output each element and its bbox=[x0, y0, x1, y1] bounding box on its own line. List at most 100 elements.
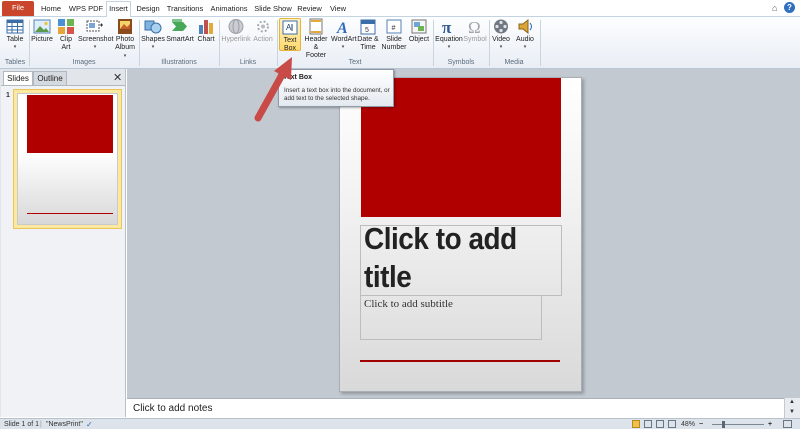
shapes-button[interactable]: Shapes ▾ bbox=[141, 18, 165, 50]
svg-text:A: A bbox=[286, 23, 292, 32]
photo-album-button[interactable]: Photo Album ▾ bbox=[114, 18, 136, 60]
text-box-label-2: Box bbox=[283, 45, 297, 52]
video-label: Video bbox=[492, 36, 510, 43]
normal-view-icon[interactable] bbox=[632, 420, 640, 428]
zoom-out-icon[interactable]: − bbox=[699, 420, 703, 429]
scroll-up-icon[interactable]: ▲ bbox=[789, 399, 795, 405]
shapes-label: Shapes bbox=[141, 36, 165, 43]
wordart-dropdown-icon[interactable]: ▾ bbox=[331, 44, 355, 50]
svg-text:A: A bbox=[336, 20, 348, 35]
equation-button[interactable]: π Equation ▾ bbox=[435, 18, 463, 50]
picture-button[interactable]: Picture bbox=[31, 18, 53, 44]
zoom-slider-track[interactable] bbox=[712, 424, 764, 425]
minimize-ribbon-icon[interactable]: ⌂ bbox=[772, 3, 777, 13]
group-label-tables: Tables bbox=[4, 59, 26, 66]
table-dropdown-icon[interactable]: ▾ bbox=[4, 44, 26, 50]
zoom-level[interactable]: 48% bbox=[681, 420, 695, 429]
chart-icon bbox=[199, 20, 213, 34]
tab-slides[interactable]: Slides bbox=[3, 71, 33, 85]
video-reel-icon bbox=[494, 19, 508, 34]
zoom-slider-thumb[interactable] bbox=[722, 421, 725, 428]
slide-show-view-icon[interactable] bbox=[668, 420, 676, 428]
fit-to-window-icon[interactable] bbox=[783, 420, 792, 428]
ribbon-tab-bar: File Home WPS PDF Insert Design Transiti… bbox=[0, 0, 800, 18]
smartart-button[interactable]: SmartArt bbox=[166, 18, 194, 44]
hyperlink-label: Hyperlink bbox=[221, 36, 251, 43]
object-button[interactable]: Object bbox=[408, 18, 430, 44]
slide-sorter-view-icon[interactable] bbox=[644, 420, 652, 428]
slides-panel: Slides Outline ✕ 1 bbox=[0, 69, 126, 417]
wordart-button[interactable]: A WordArt ▾ bbox=[331, 18, 357, 50]
hyperlink-icon bbox=[228, 19, 244, 34]
action-button[interactable]: Action bbox=[252, 18, 274, 44]
clip-art-button[interactable]: Clip Art bbox=[56, 18, 76, 52]
hyperlink-button[interactable]: Hyperlink bbox=[221, 18, 251, 44]
screenshot-dropdown-icon[interactable]: ▾ bbox=[78, 44, 112, 50]
date-time-button[interactable]: 5 Date & Time bbox=[357, 18, 379, 52]
date-time-label-2: Time bbox=[360, 44, 376, 51]
tab-review[interactable]: Review bbox=[297, 2, 322, 17]
spell-check-icon[interactable]: ✓ bbox=[86, 420, 93, 429]
tab-design[interactable]: Design bbox=[135, 2, 161, 17]
screenshot-label: Screenshot bbox=[78, 36, 114, 43]
video-button[interactable]: Video ▾ bbox=[491, 18, 511, 50]
svg-text:#: # bbox=[392, 25, 396, 32]
tab-home[interactable]: Home bbox=[38, 2, 64, 17]
help-icon[interactable]: ? bbox=[784, 2, 795, 13]
thumbnail-red-block bbox=[27, 95, 113, 153]
slide-number-label-1: Slide bbox=[386, 36, 402, 43]
scroll-down-icon[interactable]: ▼ bbox=[789, 409, 795, 415]
text-box-button[interactable]: A Text Box bbox=[279, 18, 301, 52]
header-footer-button[interactable]: Header & Footer bbox=[303, 18, 329, 60]
screenshot-icon bbox=[86, 20, 103, 32]
subtitle-placeholder[interactable]: Click to add subtitle bbox=[360, 295, 542, 340]
svg-text:Ω: Ω bbox=[468, 18, 481, 35]
action-label: Action bbox=[253, 36, 273, 43]
symbol-button[interactable]: Ω Symbol bbox=[463, 18, 487, 44]
audio-dropdown-icon[interactable]: ▾ bbox=[514, 44, 536, 50]
tab-view[interactable]: View bbox=[327, 2, 349, 17]
symbol-label: Symbol bbox=[463, 36, 487, 43]
vertical-scrollbar[interactable]: ▲ ▼ bbox=[784, 398, 800, 418]
table-label: Table bbox=[6, 36, 24, 43]
chart-button[interactable]: Chart bbox=[196, 18, 216, 44]
omega-symbol-icon: Ω bbox=[468, 18, 481, 35]
slide-number-button[interactable]: # Slide Number bbox=[381, 18, 407, 52]
header-footer-icon bbox=[309, 18, 323, 35]
slide-thumbnail-preview bbox=[17, 93, 118, 225]
text-box-icon: A bbox=[282, 20, 298, 35]
slide-number-icon: # bbox=[386, 19, 402, 34]
group-label-media: Media bbox=[504, 59, 524, 66]
group-label-symbols: Symbols bbox=[447, 59, 475, 66]
photo-album-icon bbox=[118, 19, 132, 34]
notes-pane[interactable]: Click to add notes bbox=[127, 398, 784, 418]
close-panel-icon[interactable]: ✕ bbox=[113, 71, 122, 84]
title-placeholder[interactable]: Click to add title bbox=[360, 221, 562, 296]
object-label: Object bbox=[408, 36, 430, 43]
tab-slide-show[interactable]: Slide Show bbox=[254, 2, 292, 17]
table-button[interactable]: Table ▾ bbox=[4, 18, 26, 50]
zoom-in-icon[interactable]: + bbox=[768, 420, 772, 429]
slide-thumbnail-1[interactable] bbox=[13, 89, 122, 229]
tab-file[interactable]: File bbox=[2, 1, 34, 16]
tab-transitions[interactable]: Transitions bbox=[165, 2, 205, 17]
title-placeholder-text: Click to add title bbox=[364, 221, 517, 294]
audio-button[interactable]: Audio ▾ bbox=[514, 18, 536, 50]
group-label-illustrations: Illustrations bbox=[161, 59, 197, 66]
tab-wps-pdf[interactable]: WPS PDF bbox=[68, 2, 104, 17]
clip-art-icon bbox=[58, 19, 74, 34]
video-dropdown-icon[interactable]: ▾ bbox=[491, 44, 511, 50]
shapes-dropdown-icon[interactable]: ▾ bbox=[141, 44, 165, 50]
slide-number-label-2: Number bbox=[381, 44, 407, 51]
table-icon bbox=[6, 19, 24, 34]
tab-insert[interactable]: Insert bbox=[106, 1, 131, 18]
tab-outline[interactable]: Outline bbox=[33, 71, 67, 85]
slide-canvas[interactable]: Click to add title Click to add subtitle bbox=[339, 77, 582, 392]
equation-label: Equation bbox=[435, 36, 463, 43]
equation-dropdown-icon[interactable]: ▾ bbox=[435, 44, 463, 50]
photo-album-label-2: Album bbox=[115, 44, 135, 51]
screenshot-button[interactable]: Screenshot ▾ bbox=[78, 18, 114, 50]
wordart-label: WordArt bbox=[331, 36, 357, 43]
reading-view-icon[interactable] bbox=[656, 420, 664, 428]
tab-animations[interactable]: Animations bbox=[209, 2, 249, 17]
